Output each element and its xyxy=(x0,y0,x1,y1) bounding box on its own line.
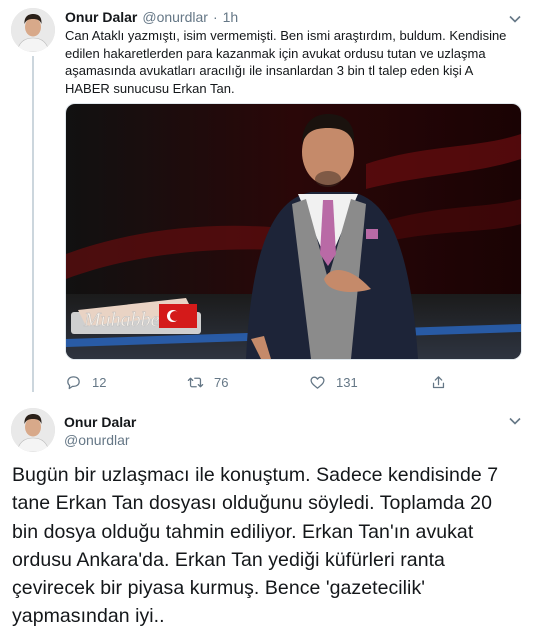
author-name[interactable]: Onur Dalar xyxy=(65,9,137,25)
share-icon xyxy=(432,376,445,389)
thread-line xyxy=(32,56,34,392)
chevron-down-icon[interactable] xyxy=(508,414,522,428)
tweet-text-line: edilen hakaretlerden para kazanmak için … xyxy=(65,45,486,61)
author-name[interactable]: Onur Dalar xyxy=(64,414,136,430)
avatar[interactable] xyxy=(11,8,55,52)
tweet-text-line: bin dosya olduğu tahmin ediliyor. Erkan … xyxy=(12,520,474,543)
like-count: 131 xyxy=(336,375,358,390)
tweet-text-line: Bugün bir uzlaşmacı ile konuştum. Sadece… xyxy=(12,464,499,486)
timestamp[interactable]: 1h xyxy=(223,9,239,25)
tweet-text-line: ordusu Ankara'da. Erkan Tan yediği küfür… xyxy=(12,548,445,571)
chevron-down-icon[interactable] xyxy=(508,12,522,26)
reply-icon xyxy=(67,376,80,390)
media-overlay-text: Muhabbet xyxy=(83,309,166,331)
tweet-text-line: Can Ataklı yazmıştı, isim vermemişti. Be… xyxy=(65,28,507,43)
retweet-icon xyxy=(187,377,204,388)
avatar[interactable] xyxy=(11,408,55,452)
separator: · xyxy=(212,9,218,25)
author-handle[interactable]: @onurdlar xyxy=(64,432,130,448)
author-handle[interactable]: @onurdlar xyxy=(142,9,208,25)
reply-button[interactable]: 12 xyxy=(65,374,106,391)
tweet-text-line: HABER sunucusu Erkan Tan. xyxy=(65,80,235,96)
share-button[interactable] xyxy=(430,374,447,391)
tweet-text: Bugün bir uzlaşmacı ile konuştum. Sadece… xyxy=(12,461,527,631)
tweet-text-line: çevirecek bir piyasa kurmuş. Bence 'gaze… xyxy=(12,577,426,600)
tweet-text-line: tane Erkan Tan dosyası olduğunu söyledi.… xyxy=(12,492,492,515)
retweet-button[interactable]: 76 xyxy=(187,374,228,391)
tweet-text-line: aşamasında avukatları aracılığı ile insa… xyxy=(65,63,474,78)
like-icon xyxy=(310,376,325,389)
like-button[interactable]: 131 xyxy=(309,374,358,391)
tweet-text-line: yapmasından iyi.. xyxy=(12,605,165,628)
retweet-count: 76 xyxy=(214,375,229,390)
tweet-text: Can Ataklı yazmıştı, isim vermemişti. Be… xyxy=(65,27,525,97)
tweet-media-image[interactable]: Muhabbet xyxy=(65,103,522,360)
reply-count: 12 xyxy=(92,375,107,390)
